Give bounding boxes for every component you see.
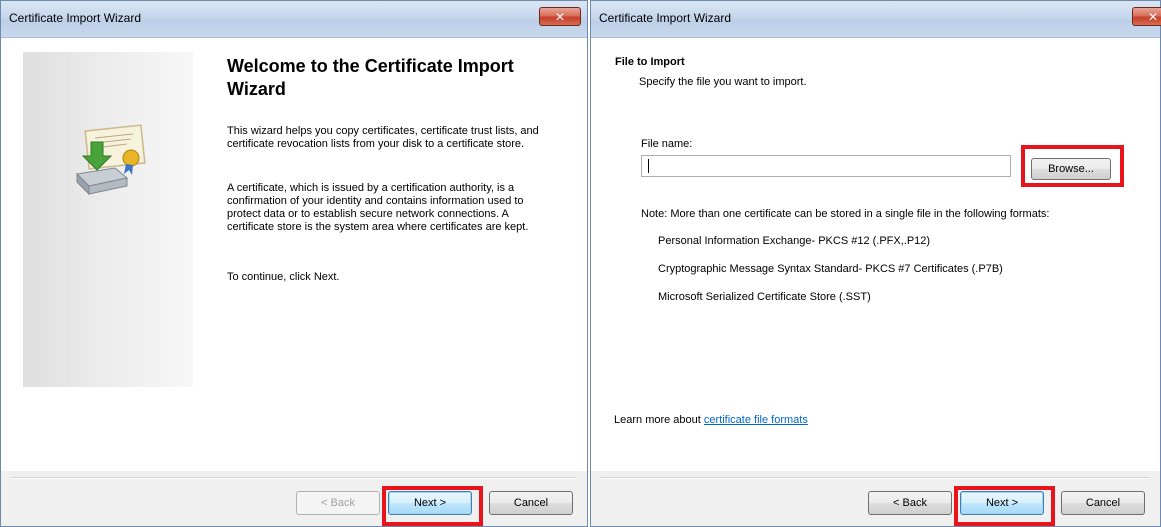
title-bar[interactable]: Certificate Import Wizard ✕: [1, 1, 587, 38]
welcome-wizard-window: Certificate Import Wizard ✕ Welcome to t…: [0, 0, 588, 527]
wizard-side-panel: [23, 52, 193, 387]
formats-note: Note: More than one certificate can be s…: [641, 208, 1050, 220]
wizard-content: Welcome to the Certificate Import Wizard…: [1, 38, 587, 471]
format-pfx: Personal Information Exchange- PKCS #12 …: [658, 235, 931, 247]
wizard-content: File to Import Specify the file you want…: [591, 38, 1160, 471]
wizard-heading: Welcome to the Certificate Import Wizard: [227, 56, 514, 99]
button-bar: < Back Next > Cancel: [591, 471, 1160, 526]
close-icon: ✕: [1147, 10, 1159, 24]
window-title: Certificate Import Wizard: [9, 11, 142, 25]
certificate-install-icon: [75, 124, 146, 196]
cancel-button[interactable]: Cancel: [489, 491, 573, 515]
browse-button-highlight: [1021, 145, 1124, 187]
next-button-highlight: [954, 486, 1055, 526]
file-name-label: File name:: [641, 138, 693, 150]
close-button[interactable]: ✕: [539, 7, 581, 26]
format-p7b: Cryptographic Message Syntax Standard- P…: [658, 263, 1003, 275]
button-bar: < Back Next > Cancel: [1, 471, 587, 526]
back-button[interactable]: < Back: [868, 491, 952, 515]
continue-paragraph: To continue, click Next.: [227, 271, 340, 283]
format-sst: Microsoft Serialized Certificate Store (…: [658, 291, 871, 303]
back-button[interactable]: < Back: [296, 491, 380, 515]
footer-divider: [11, 477, 577, 479]
file-to-import-window: Certificate Import Wizard ✕ File to Impo…: [590, 0, 1161, 527]
title-bar[interactable]: Certificate Import Wizard ✕: [591, 1, 1161, 38]
window-title: Certificate Import Wizard: [599, 11, 732, 25]
close-button[interactable]: ✕: [1132, 7, 1161, 26]
text-caret: [648, 159, 649, 173]
intro-paragraph: This wizard helps you copy certificates,…: [227, 125, 539, 150]
file-name-input[interactable]: [641, 155, 1011, 177]
learn-more-prefix: Learn more about: [614, 414, 701, 426]
page-title: File to Import: [615, 56, 685, 68]
page-subtitle: Specify the file you want to import.: [639, 76, 807, 88]
certificate-paragraph: A certificate, which is issued by a cert…: [227, 182, 529, 233]
next-button-highlight: [382, 486, 483, 526]
footer-divider: [601, 477, 1150, 479]
close-icon: ✕: [554, 10, 566, 24]
certificate-formats-link[interactable]: certificate file formats: [704, 414, 808, 426]
cancel-button[interactable]: Cancel: [1061, 491, 1145, 515]
learn-more-text: Learn more about certificate file format…: [614, 414, 808, 426]
